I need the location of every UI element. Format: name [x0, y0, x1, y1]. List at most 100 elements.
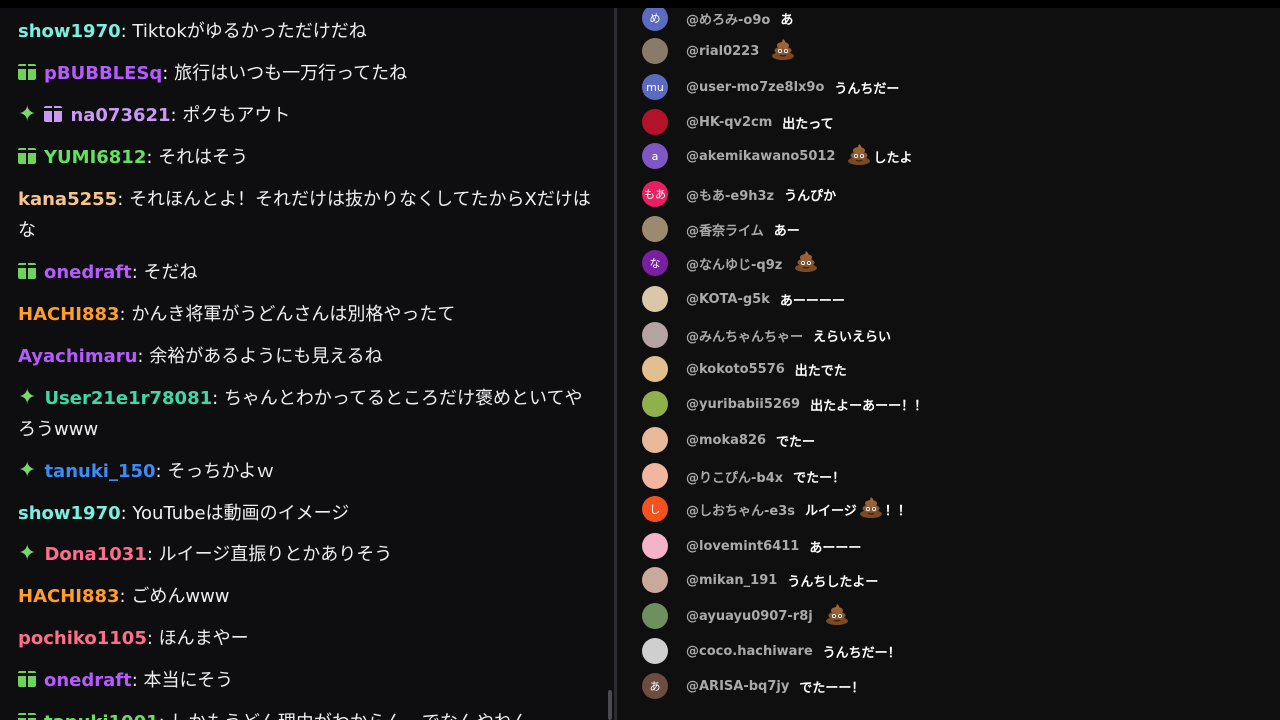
avatar[interactable]	[642, 286, 668, 312]
chat-separator: :	[162, 63, 175, 84]
chat-username[interactable]: HACHI883	[18, 586, 120, 607]
avatar[interactable]	[642, 38, 668, 64]
author-name[interactable]: @KOTA-g5k	[686, 292, 770, 307]
chat-separator: :	[170, 105, 183, 126]
avatar[interactable]	[642, 391, 668, 417]
author-name[interactable]: @moka826	[686, 433, 766, 448]
author-name[interactable]: @香奈ライム	[686, 220, 764, 239]
author-name[interactable]: @めろみ-o9o	[686, 9, 770, 28]
poop-emoji-icon	[825, 603, 849, 629]
chat-separator: :	[155, 461, 168, 482]
chat-message: ✦ na073621: ポクもアウト	[18, 100, 598, 131]
avatar[interactable]: し	[642, 496, 668, 522]
avatar[interactable]	[642, 216, 668, 242]
message-text: したよ	[873, 150, 913, 166]
avatar[interactable]: a	[642, 143, 668, 169]
chat-username[interactable]: kana5255	[18, 189, 117, 210]
chat-username[interactable]: na073621	[70, 105, 170, 126]
avatar[interactable]	[642, 533, 668, 559]
avatar[interactable]	[642, 356, 668, 382]
chat-separator: :	[119, 304, 132, 325]
chat-username[interactable]: YUMI6812	[44, 147, 146, 168]
chat-message: HACHI883: ごめんwww	[18, 581, 598, 612]
author-name[interactable]: @rial0223	[686, 44, 759, 59]
chat-username[interactable]: User21e1r78081	[44, 388, 212, 409]
message-text: あーーー	[809, 540, 862, 556]
chat-username[interactable]: onedraft	[44, 670, 132, 691]
avatar[interactable]: あ	[642, 673, 668, 699]
chat-text: ほんまやー	[158, 628, 249, 649]
chat-username[interactable]: pochiko1105	[18, 628, 147, 649]
avatar[interactable]: め	[642, 8, 668, 31]
chat-message: onedraft: そだね	[17, 257, 598, 288]
live-chat-message: @lovemint6411 あーーー	[642, 532, 861, 560]
chat-text: そだね	[143, 262, 198, 283]
chat-text: かんき将軍がうどんさんは別格やったて	[131, 304, 456, 325]
avatar[interactable]	[642, 322, 668, 348]
sparkle-icon: ✦	[18, 385, 37, 410]
author-name[interactable]: @なんゆじ-q9z	[686, 254, 782, 273]
chat-message: pochiko1105: ほんまやー	[18, 623, 598, 654]
avatar[interactable]	[642, 427, 668, 453]
avatar[interactable]	[642, 463, 668, 489]
live-chat-message: @KOTA-g5k あーーーー	[642, 285, 845, 313]
chat-separator: :	[120, 21, 133, 42]
chat-message: kana5255: それほんとよ！それだけは抜かりなくしてたからXだけはな	[18, 184, 598, 246]
chat-username[interactable]: Dona1031	[44, 544, 146, 565]
avatar[interactable]	[642, 567, 668, 593]
chat-username[interactable]: tanuki_150	[44, 461, 155, 482]
chat-username[interactable]: Ayachimaru	[18, 346, 137, 367]
gift-icon	[17, 671, 37, 687]
chat-text: 本当にそう	[143, 670, 234, 691]
chat-separator: :	[146, 147, 159, 168]
author-name[interactable]: @coco.hachiware	[686, 644, 813, 659]
live-chat-message: @香奈ライム あー	[642, 215, 800, 243]
chat-scrollbar[interactable]	[608, 690, 612, 720]
avatar[interactable]	[642, 603, 668, 629]
author-name[interactable]: @HK-qv2cm	[686, 115, 772, 130]
chat-separator: :	[120, 503, 133, 524]
chat-message: ✦ Dona1031: ルイージ直振りとかありそう	[18, 539, 598, 570]
chat-text: ルイージ直振りとかありそう	[158, 544, 393, 565]
author-name[interactable]: @user-mo7ze8lx9o	[686, 80, 824, 95]
chat-message: pBUBBLESq: 旅行はいつも一万行ってたね	[17, 58, 598, 89]
author-name[interactable]: @みんちゃんちゃー	[686, 326, 803, 345]
author-name[interactable]: @kokoto5576	[686, 362, 785, 377]
author-name[interactable]: @ayuayu0907-r8j	[686, 609, 813, 624]
author-name[interactable]: @りこぴん-b4x	[686, 467, 783, 486]
live-chat-message: @みんちゃんちゃー えらいえらい	[642, 321, 891, 349]
chat-separator: :	[117, 189, 129, 210]
avatar[interactable]: mu	[642, 74, 668, 100]
chat-message: ✦ tanuki_150: そっちかよｗ	[18, 456, 598, 487]
author-name[interactable]: @もあ-e9h3z	[686, 185, 774, 204]
sparkle-icon: ✦	[18, 458, 37, 483]
message-text: えらいえらい	[813, 329, 892, 345]
avatar[interactable]: な	[642, 250, 668, 276]
sparkle-icon: ✦	[18, 102, 37, 127]
avatar[interactable]	[642, 638, 668, 664]
author-name[interactable]: @yuribabii5269	[686, 397, 800, 412]
chat-username[interactable]: onedraft	[44, 262, 132, 283]
chat-username[interactable]: show1970	[18, 503, 121, 524]
author-name[interactable]: @lovemint6411	[686, 539, 799, 554]
avatar[interactable]: もあ	[642, 181, 668, 207]
chat-message: tanuki1001: しかもうどん理由がわからん、でなんやねん	[17, 707, 598, 720]
author-name[interactable]: @しおちゃん-e3s	[686, 500, 795, 519]
author-name[interactable]: @mikan_191	[686, 573, 777, 588]
message-text: あ	[780, 12, 794, 28]
chat-separator: :	[146, 628, 159, 649]
chat-username[interactable]: show1970	[18, 21, 121, 42]
author-name[interactable]: @akemikawano5012	[686, 149, 835, 164]
chat-username[interactable]: HACHI883	[18, 304, 120, 325]
chat-separator: :	[159, 712, 171, 720]
gift-icon	[17, 64, 37, 80]
chat-username[interactable]: pBUBBLESq	[44, 63, 162, 84]
message-text: ルイージ	[805, 503, 857, 519]
avatar[interactable]	[642, 109, 668, 135]
gift-icon	[17, 263, 37, 279]
chat-message: show1970: YouTubeは動画のイメージ	[18, 498, 598, 529]
message-text: ！！	[884, 503, 911, 519]
author-name[interactable]: @ARISA-bq7jy	[686, 679, 789, 694]
live-chat-message: め @めろみ-o9o あ	[642, 8, 793, 32]
chat-username[interactable]: tanuki1001	[44, 712, 159, 720]
